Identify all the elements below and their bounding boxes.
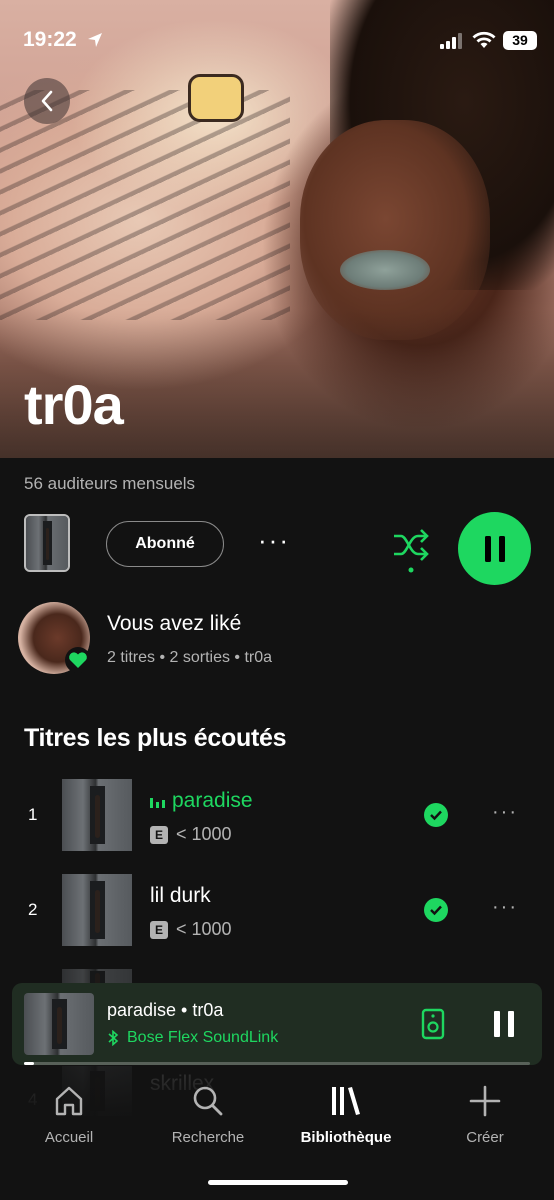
play-count: < 1000 — [176, 919, 232, 939]
nav-label: Créer — [466, 1129, 504, 1146]
liked-songs-row[interactable]: Vous avez liké 2 titres • 2 sorties • tr… — [18, 602, 538, 682]
now-playing-cover — [24, 993, 94, 1055]
shirt-logo — [188, 74, 244, 122]
track-more-button[interactable]: ··· — [492, 896, 518, 919]
artist-controls: Abonné ··· — [0, 510, 554, 585]
track-meta: E < 1000 — [150, 824, 232, 845]
nav-label: Recherche — [171, 1129, 245, 1146]
search-icon — [193, 1086, 223, 1116]
pause-icon[interactable] — [492, 1009, 516, 1039]
artist-name: tr0a — [24, 373, 124, 436]
saved-check-icon[interactable] — [424, 803, 448, 827]
now-playing-title: paradise • tr0a — [107, 1000, 224, 1020]
explicit-badge: E — [150, 920, 168, 939]
wifi-icon — [472, 31, 496, 48]
nav-home[interactable]: Accueil — [14, 1084, 124, 1146]
home-indicator — [208, 1180, 348, 1185]
track-cover — [62, 874, 132, 946]
nav-library[interactable]: Bibliothèque — [291, 1084, 401, 1146]
location-arrow-icon — [88, 33, 102, 47]
back-button[interactable] — [24, 78, 70, 124]
plus-icon — [469, 1085, 501, 1117]
track-meta: E < 1000 — [150, 919, 232, 940]
more-options-button[interactable]: ··· — [258, 527, 290, 553]
section-heading-popular: Titres les plus écoutés — [24, 724, 287, 752]
play-count: < 1000 — [176, 824, 232, 844]
nav-label: Bibliothèque — [300, 1129, 392, 1146]
cellular-signal-icon — [440, 33, 462, 49]
saved-check-icon[interactable] — [424, 898, 448, 922]
heart-icon — [65, 647, 91, 673]
monthly-listeners: 56 auditeurs mensuels — [24, 474, 196, 493]
track-row[interactable]: 2 lil durk E < 1000 ··· — [0, 874, 554, 950]
chevron-left-icon — [41, 90, 53, 112]
track-more-button[interactable]: ··· — [492, 801, 518, 824]
track-cover — [62, 779, 132, 851]
nav-label: Accueil — [44, 1129, 94, 1146]
now-playing-equalizer-icon — [150, 798, 165, 809]
library-icon — [332, 1087, 360, 1115]
follow-button[interactable]: Abonné — [106, 521, 224, 567]
bluetooth-icon — [108, 1030, 119, 1046]
track-title: paradise — [150, 789, 253, 813]
track-row[interactable]: 1 paradise E < 1000 ··· — [0, 779, 554, 855]
explicit-badge: E — [150, 825, 168, 844]
shuffle-icon[interactable] — [392, 524, 432, 574]
liked-subtitle: 2 titres • 2 sorties • tr0a — [107, 649, 273, 666]
shirt-print — [0, 90, 290, 320]
liked-title: Vous avez liké — [107, 612, 242, 635]
home-icon — [55, 1086, 83, 1116]
nav-create[interactable]: Créer — [430, 1084, 540, 1146]
artist-preview-thumbnail[interactable] — [24, 514, 70, 572]
speaker-device-icon[interactable] — [421, 1008, 445, 1040]
track-rank: 1 — [28, 805, 38, 824]
now-playing-bar[interactable]: paradise • tr0a Bose Flex SoundLink — [12, 983, 542, 1065]
playback-progress[interactable] — [24, 1062, 530, 1065]
status-bar: 19:22 39 — [0, 28, 554, 56]
nav-search[interactable]: Recherche — [153, 1084, 263, 1146]
track-title: lil durk — [150, 884, 211, 907]
status-time: 19:22 — [23, 28, 77, 51]
pause-button[interactable] — [458, 512, 531, 585]
battery-indicator: 39 — [503, 31, 537, 50]
track-rank: 2 — [28, 900, 38, 919]
pause-icon — [484, 535, 505, 562]
connected-device: Bose Flex SoundLink — [107, 1029, 278, 1047]
